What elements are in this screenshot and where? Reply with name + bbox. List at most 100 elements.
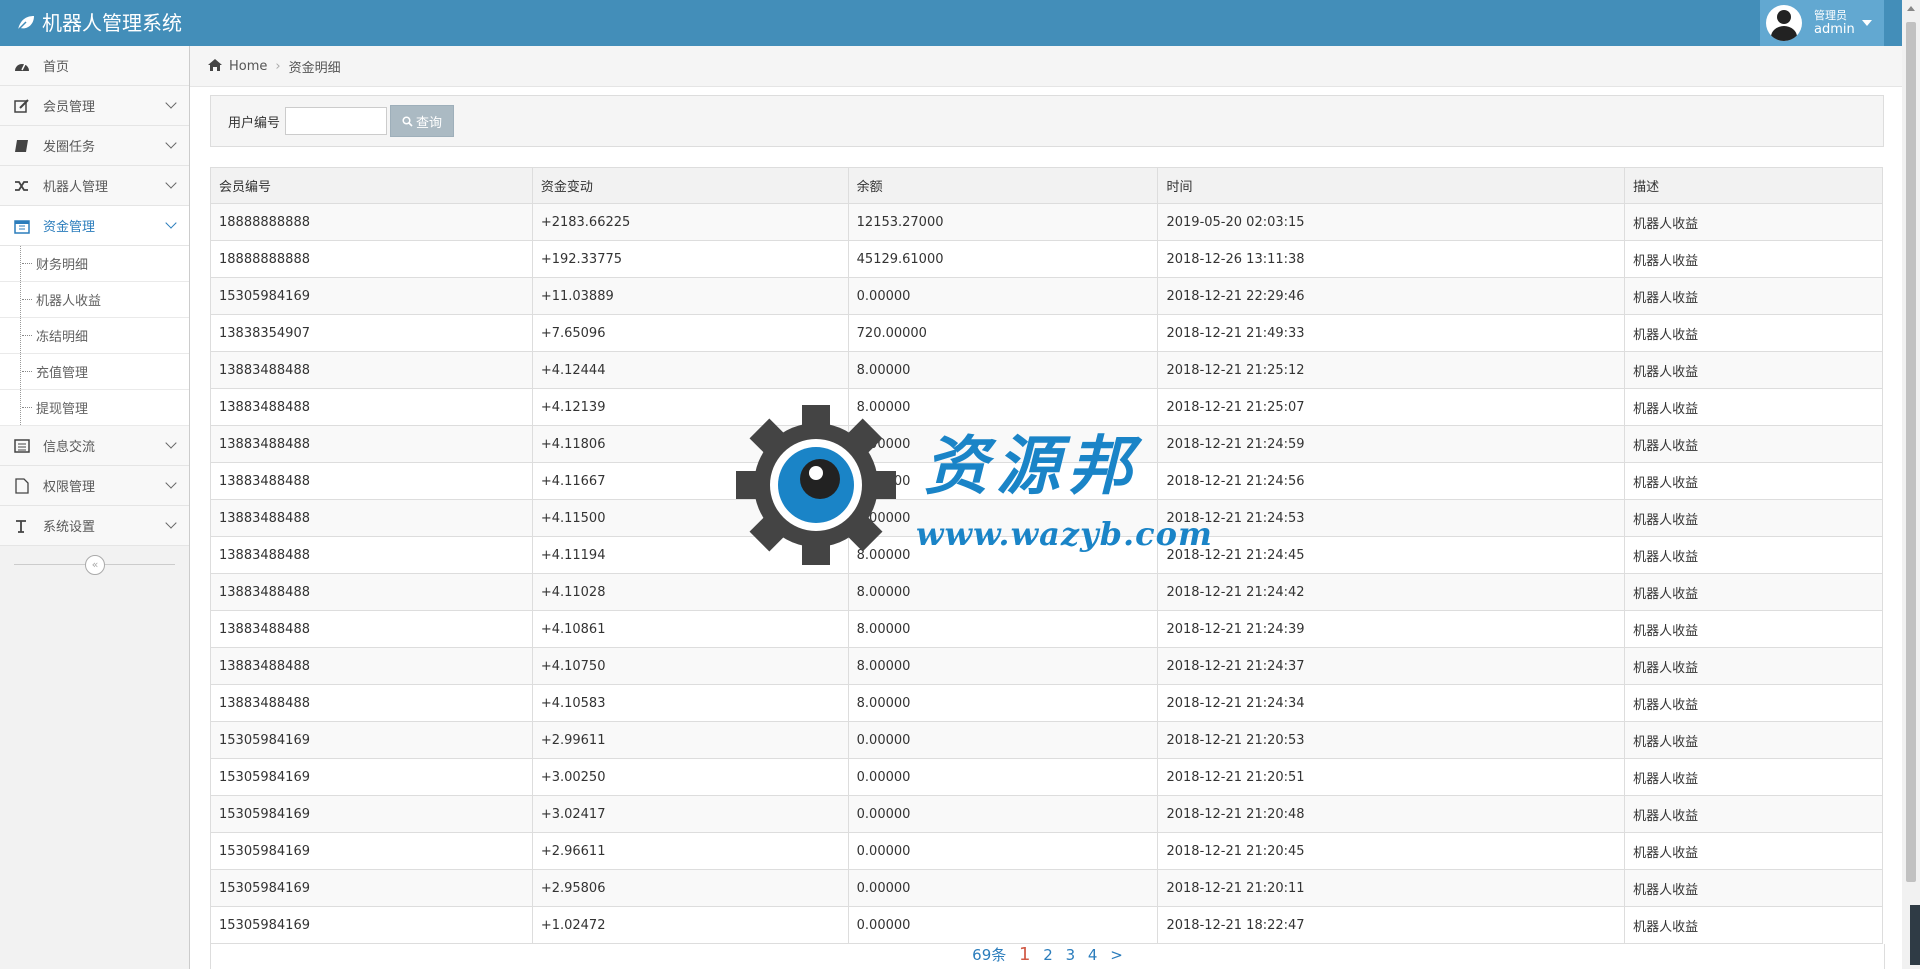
- search-panel: 用户编号 查询: [210, 95, 1884, 147]
- table-cell: 0.00000: [847, 832, 1159, 870]
- page-link[interactable]: 4: [1088, 946, 1098, 964]
- table-row: 13883488488 +4.11028 8.00000 2018-12-21 21:…: [210, 573, 1883, 611]
- table-cell: +1.02472: [531, 906, 849, 944]
- caret-down-icon: [1862, 20, 1872, 26]
- table-row: 13883488488 +4.10583 8.00000 2018-12-21 21:…: [210, 684, 1883, 722]
- sidebar-item-members[interactable]: 会员管理: [0, 86, 189, 126]
- chevron-down-icon: [165, 217, 177, 229]
- table-row: 13883488488 +4.11194 8.00000 2018-12-21 21:…: [210, 536, 1883, 574]
- table-cell: 2018-12-21 21:20:53: [1157, 721, 1626, 759]
- table-cell: 机器人收益: [1624, 906, 1883, 944]
- breadcrumb-home[interactable]: Home: [229, 59, 267, 74]
- table-header-row: 会员编号 资金变动 余额 时间 描述: [210, 167, 1883, 204]
- table-cell: +192.33775: [531, 240, 849, 278]
- sidebar-subitem-frozen-detail[interactable]: 冻结明细: [0, 318, 189, 354]
- search-button[interactable]: 查询: [390, 105, 455, 137]
- table-cell: 机器人收益: [1624, 240, 1883, 278]
- table-cell: +11.03889: [531, 277, 849, 315]
- next-page-link[interactable]: >: [1110, 946, 1123, 964]
- sidebar-subitem-finance-detail[interactable]: 财务明细: [0, 246, 189, 282]
- column-header[interactable]: 描述: [1624, 167, 1883, 204]
- table-cell: +4.11667: [531, 462, 849, 500]
- table-row: 13883488488 +4.12139 8.00000 2018-12-21 21:…: [210, 388, 1883, 426]
- table-cell: 13883488488: [210, 351, 533, 389]
- brand-title: 机器人管理系统: [42, 11, 182, 35]
- table-cell: 机器人收益: [1624, 758, 1883, 796]
- sidebar-item-settings[interactable]: 系统设置: [0, 506, 189, 546]
- sidebar-subitem-recharge[interactable]: 充值管理: [0, 354, 189, 390]
- table-cell: +4.11028: [531, 573, 849, 611]
- table-cell: 45129.61000: [847, 240, 1159, 278]
- scrollbar-thumb[interactable]: [1906, 22, 1916, 882]
- table-cell: 2018-12-21 21:25:12: [1157, 351, 1626, 389]
- table-cell: 2018-12-21 21:49:33: [1157, 314, 1626, 352]
- table-cell: +2.99611: [531, 721, 849, 759]
- table-row: 15305984169 +2.95806 0.00000 2018-12-21 21:…: [210, 869, 1883, 907]
- table-cell: 机器人收益: [1624, 610, 1883, 648]
- sidebar-collapse: «: [0, 546, 189, 582]
- table-cell: 2018-12-26 13:11:38: [1157, 240, 1626, 278]
- table-cell: 机器人收益: [1624, 536, 1883, 574]
- side-widget[interactable]: [1910, 905, 1920, 965]
- calendar-icon: [13, 217, 31, 235]
- table-cell: 2018-12-21 21:24:56: [1157, 462, 1626, 500]
- table-cell: +4.10750: [531, 647, 849, 685]
- sidebar-item-messages[interactable]: 信息交流: [0, 426, 189, 466]
- table-cell: 2018-12-21 21:24:45: [1157, 536, 1626, 574]
- sidebar-item-robots[interactable]: 机器人管理: [0, 166, 189, 206]
- table-cell: 2019-05-20 02:03:15: [1157, 203, 1626, 241]
- page-link[interactable]: 3: [1066, 946, 1076, 964]
- table-cell: 2018-12-21 21:20:51: [1157, 758, 1626, 796]
- user-id-input[interactable]: [285, 107, 388, 135]
- table-cell: 2018-12-21 18:22:47: [1157, 906, 1626, 944]
- sidebar-subitem-label: 机器人收益: [36, 294, 102, 309]
- pagination: 69条 1 2 3 4 >: [210, 944, 1885, 969]
- user-role: 管理员: [1814, 9, 1847, 22]
- sidebar-item-tasks[interactable]: 发圈任务: [0, 126, 189, 166]
- table-cell: 0.00000: [847, 758, 1159, 796]
- sidebar-item-permissions[interactable]: 权限管理: [0, 466, 189, 506]
- collapse-icon[interactable]: «: [85, 555, 105, 575]
- table-cell: 0.00000: [847, 721, 1159, 759]
- table-cell: 13883488488: [210, 573, 533, 611]
- page-scrollbar[interactable]: [1902, 0, 1920, 969]
- sidebar-subitem-label: 财务明细: [36, 258, 89, 273]
- table-cell: 0.00000: [847, 277, 1159, 315]
- table-cell: 15305984169: [210, 758, 533, 796]
- funds-table-wrapper: 会员编号 资金变动 余额 时间 描述 18888888888 +2183.6622…: [210, 167, 1883, 944]
- chevron-down-icon: [165, 477, 177, 489]
- table-cell: 2018-12-21 21:20:11: [1157, 869, 1626, 907]
- table-row: 13883488488 +4.11667 8.00000 2018-12-21 21:…: [210, 462, 1883, 500]
- table-cell: 8.00000: [847, 425, 1159, 463]
- table-cell: 13838354907: [210, 314, 533, 352]
- column-header[interactable]: 会员编号: [210, 167, 533, 204]
- sidebar-item-home[interactable]: 首页: [0, 46, 189, 86]
- scroll-up-icon[interactable]: [1907, 6, 1915, 11]
- table-cell: 18888888888: [210, 240, 533, 278]
- table-cell: +4.11194: [531, 536, 849, 574]
- sidebar-subitem-robot-income[interactable]: 机器人收益: [0, 282, 189, 318]
- sidebar-item-label: 发圈任务: [43, 140, 96, 155]
- column-header[interactable]: 资金变动: [531, 167, 849, 204]
- table-cell: 15305984169: [210, 721, 533, 759]
- table-cell: +4.12139: [531, 388, 849, 426]
- random-icon: [13, 177, 31, 195]
- page-link[interactable]: 2: [1043, 946, 1053, 964]
- table-cell: 15305984169: [210, 795, 533, 833]
- table-cell: 2018-12-21 21:25:07: [1157, 388, 1626, 426]
- column-header[interactable]: 余额: [847, 167, 1159, 204]
- page-link-current[interactable]: 1: [1019, 944, 1030, 965]
- table-cell: 机器人收益: [1624, 499, 1883, 537]
- table-row: 13883488488 +4.11500 8.00000 2018-12-21 21:…: [210, 499, 1883, 537]
- table-cell: 13883488488: [210, 462, 533, 500]
- brand[interactable]: 机器人管理系统: [16, 0, 182, 46]
- column-header[interactable]: 时间: [1157, 167, 1626, 204]
- table-cell: +4.10583: [531, 684, 849, 722]
- sidebar-subitem-withdraw[interactable]: 提现管理: [0, 390, 189, 426]
- book-icon: [13, 137, 31, 155]
- pagination-total: 69条: [972, 946, 1007, 964]
- dashboard-icon: [13, 57, 31, 75]
- user-menu[interactable]: 管理员 admin: [1760, 0, 1884, 46]
- table-row: 15305984169 +1.02472 0.00000 2018-12-21 18:…: [210, 906, 1883, 944]
- sidebar-item-funds[interactable]: 资金管理: [0, 206, 189, 246]
